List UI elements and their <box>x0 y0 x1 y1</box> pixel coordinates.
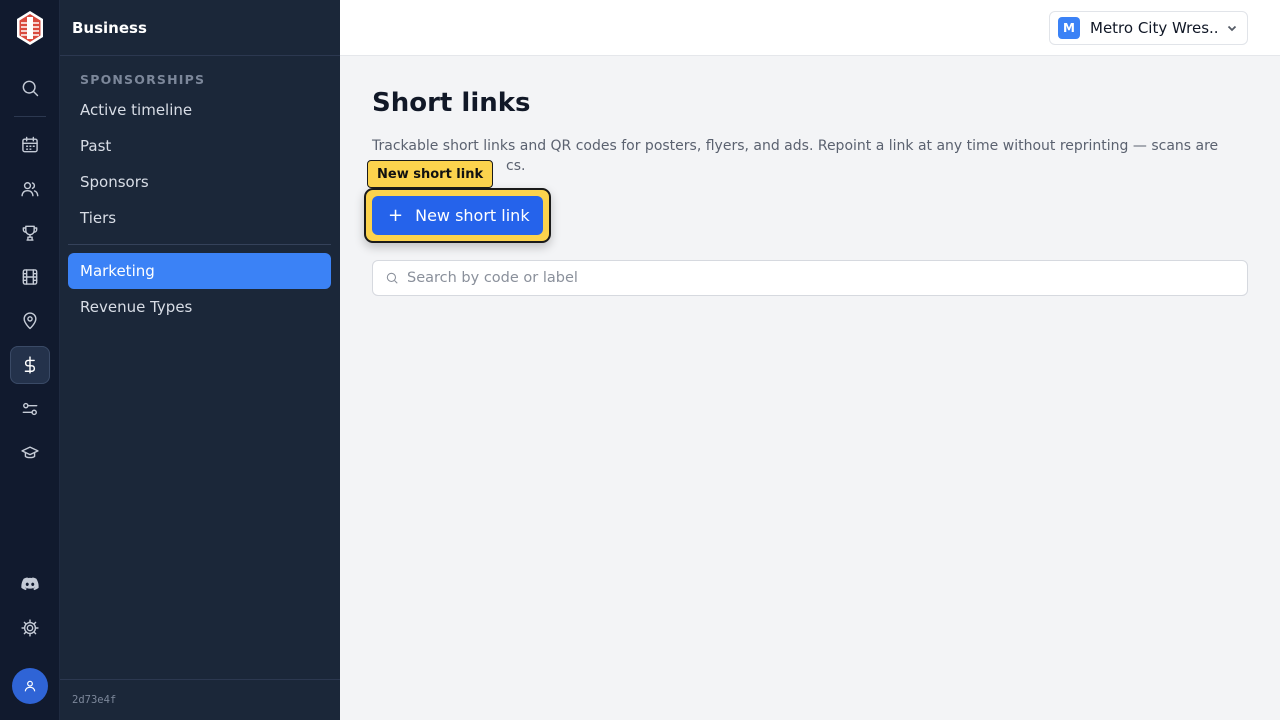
calendar-icon[interactable] <box>10 126 50 164</box>
dollar-icon[interactable] <box>10 346 50 384</box>
trophy-icon[interactable] <box>10 214 50 252</box>
search-icon[interactable] <box>10 69 50 107</box>
main-content: Short links Trackable short links and QR… <box>340 56 1280 720</box>
sidebar-divider <box>68 244 331 245</box>
sidebar-title: Business <box>72 18 147 37</box>
version-hash: 2d73e4f <box>72 694 117 706</box>
page-description-line: Trackable short links and QR codes for p… <box>372 138 1219 154</box>
sidebar-item-past[interactable]: Past <box>68 128 331 164</box>
user-avatar[interactable] <box>12 668 48 704</box>
graduation-cap-icon[interactable] <box>10 434 50 472</box>
film-icon[interactable] <box>10 258 50 296</box>
search-icon <box>386 272 398 284</box>
sidebar-item-active-timeline[interactable]: Active timeline <box>68 92 331 128</box>
sidebar-item-revenue-types[interactable]: Revenue Types <box>68 289 331 325</box>
sidebar-item-sponsors[interactable]: Sponsors <box>68 164 331 200</box>
new-short-link-label: New short link <box>415 206 530 225</box>
plus-icon: + <box>388 204 404 226</box>
tooltip-new-short-link: New short link <box>367 160 494 188</box>
discord-icon[interactable] <box>10 565 50 603</box>
sidebar-item-marketing[interactable]: Marketing <box>68 253 331 289</box>
sidebar-header: Business <box>60 0 340 56</box>
user-icon <box>24 680 36 692</box>
org-badge: M <box>1058 17 1080 39</box>
search-bar[interactable] <box>372 260 1248 296</box>
sidebar: Business SPONSORSHIPS Active timeline Pa… <box>60 0 340 720</box>
chevron-down-icon <box>1227 25 1237 32</box>
rail-divider <box>14 116 46 117</box>
icon-rail <box>0 0 60 720</box>
sidebar-item-tiers[interactable]: Tiers <box>68 200 331 236</box>
sidebar-footer: 2d73e4f <box>60 679 340 720</box>
new-short-link-button[interactable]: + New short link <box>372 196 543 235</box>
search-input[interactable] <box>407 270 1227 286</box>
page-description: Trackable short links and QR codes for p… <box>372 136 1252 176</box>
sliders-icon[interactable] <box>10 390 50 428</box>
sidebar-section-label: SPONSORSHIPS <box>80 72 206 87</box>
map-pin-icon[interactable] <box>10 302 50 340</box>
app-logo-icon[interactable] <box>14 10 46 46</box>
settings-icon[interactable] <box>10 609 50 647</box>
users-icon[interactable] <box>10 170 50 208</box>
org-switcher[interactable]: M Metro City Wres... <box>1049 11 1248 45</box>
page-title: Short links <box>372 88 531 118</box>
org-name: Metro City Wres... <box>1090 19 1218 37</box>
top-bar: M Metro City Wres... <box>340 0 1280 56</box>
